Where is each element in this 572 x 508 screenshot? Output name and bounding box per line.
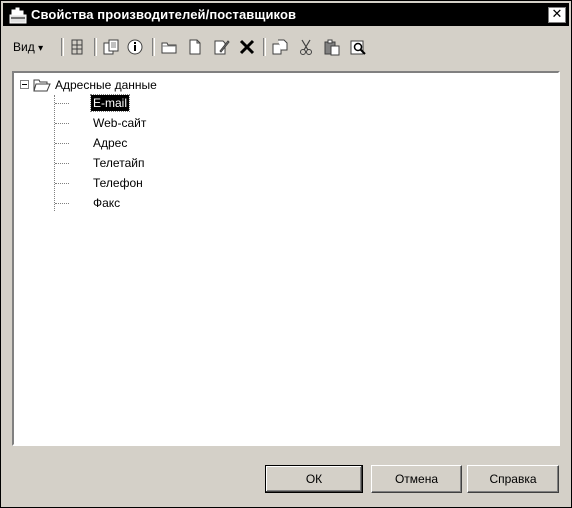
toolbar-separator [152, 38, 155, 56]
tree-connector [55, 203, 69, 204]
edit-icon[interactable] [211, 37, 231, 57]
paste-icon[interactable] [322, 37, 342, 57]
tree-item-label: Факс [93, 196, 121, 210]
copy-properties-icon[interactable] [270, 37, 290, 57]
app-icon [9, 7, 27, 24]
tree-item-label: Адрес [93, 136, 128, 150]
toolbar-separator [61, 38, 64, 56]
collapse-icon[interactable] [20, 80, 29, 89]
folder-icon[interactable] [159, 37, 179, 57]
toolbar-separator [263, 38, 266, 56]
open-folder-icon [33, 79, 51, 92]
tree-root-label: Адресные данные [55, 78, 157, 92]
print-preview-icon[interactable] [348, 37, 368, 57]
view-menu-button[interactable]: Вид ▾ [13, 37, 55, 57]
view-menu-label: Вид [13, 40, 35, 54]
chevron-down-icon: ▾ [38, 43, 44, 54]
cut-icon[interactable] [296, 37, 316, 57]
window-title: Свойства производителей/поставщиков [31, 7, 297, 22]
delete-icon[interactable] [237, 37, 257, 57]
title-bar[interactable]: Свойства производителей/поставщиков ✕ [3, 3, 569, 26]
tree-connector-line [54, 95, 55, 211]
tree-connector [55, 163, 69, 164]
new-document-icon[interactable] [185, 37, 205, 57]
copy-icon[interactable] [101, 37, 121, 57]
tree-view[interactable]: Адресные данные E-mail Web-сайт Адрес Те… [12, 71, 560, 446]
close-icon: ✕ [551, 7, 563, 22]
ok-button[interactable]: ОК [265, 465, 363, 493]
tree-connector [55, 103, 69, 104]
cancel-button[interactable]: Отмена [371, 465, 462, 493]
tree-item-label: E-mail [89, 94, 131, 112]
tree-item-label: Web-сайт [93, 116, 147, 130]
tree-connector [55, 123, 69, 124]
toolbar: Вид ▾ [11, 35, 551, 61]
close-button[interactable]: ✕ [548, 7, 566, 23]
info-icon[interactable] [125, 37, 145, 57]
tree-item-label: Телетайп [93, 156, 145, 170]
dialog-window: Свойства производителей/поставщиков ✕ Ви… [0, 0, 572, 508]
columns-icon[interactable] [68, 37, 86, 57]
help-button[interactable]: Справка [467, 465, 559, 493]
tree-item-label: Телефон [93, 176, 143, 190]
tree-connector [55, 143, 69, 144]
toolbar-separator [94, 38, 97, 56]
tree-connector [55, 183, 69, 184]
